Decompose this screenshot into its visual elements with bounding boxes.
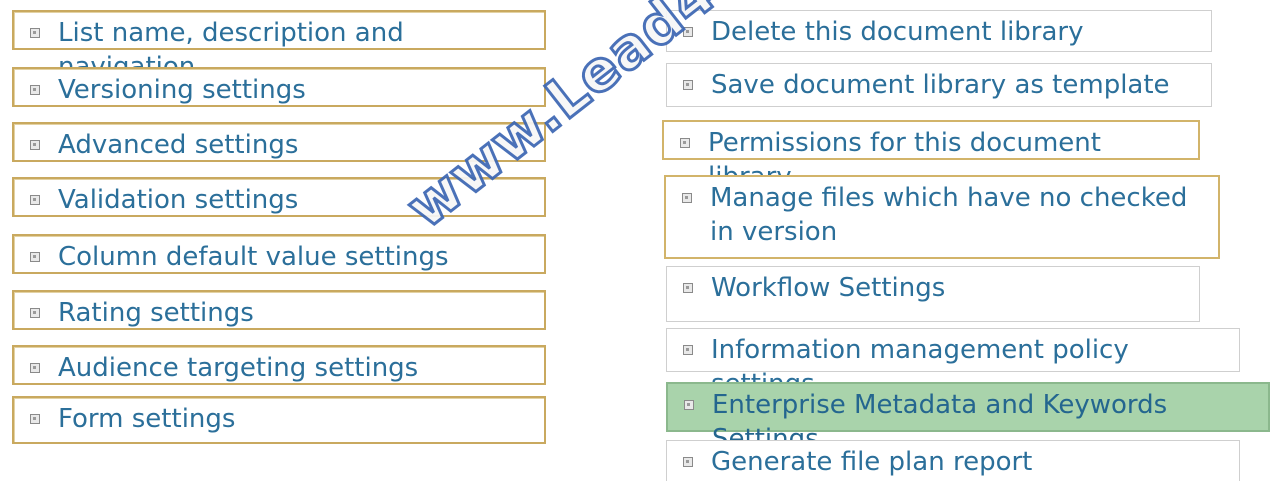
link-audience-targeting-settings[interactable]: Audience targeting settings (12, 345, 546, 385)
link-workflow-settings[interactable]: Workflow Settings (666, 266, 1200, 322)
link-rating-settings[interactable]: Rating settings (12, 290, 546, 330)
bullet-icon (683, 457, 693, 467)
link-label: Advanced settings (58, 130, 299, 160)
link-label: Save document library as template (711, 70, 1170, 100)
bullet-icon (30, 252, 40, 262)
bullet-icon (30, 363, 40, 373)
link-information-management-policy[interactable]: Information management policy settings (666, 328, 1240, 399)
bullet-icon (683, 80, 693, 90)
link-column-default-value-settings[interactable]: Column default value settings (12, 234, 546, 274)
link-save-as-template[interactable]: Save document library as template (666, 63, 1212, 107)
link-label: Versioning settings (58, 75, 306, 105)
link-advanced-settings[interactable]: Advanced settings (12, 122, 546, 162)
bullet-icon (682, 193, 692, 203)
bullet-icon (30, 195, 40, 205)
bullet-icon (30, 85, 40, 95)
link-permissions[interactable]: Permissions for this document library (662, 120, 1200, 192)
link-form-settings[interactable]: Form settings (12, 396, 546, 444)
link-label: Workflow Settings (711, 273, 946, 303)
link-generate-file-plan-report[interactable]: Generate file plan report (666, 440, 1240, 481)
link-delete-document-library[interactable]: Delete this document library (666, 10, 1212, 52)
link-list-name-description-navigation[interactable]: List name, description and navigation (12, 10, 546, 82)
link-label: Validation settings (58, 185, 299, 215)
link-label: Delete this document library (711, 17, 1084, 47)
bullet-icon (30, 28, 40, 38)
bullet-icon (30, 308, 40, 318)
link-label: Column default value settings (58, 242, 449, 272)
link-label: Form settings (58, 404, 236, 434)
link-label: Manage files which have no checked in ve… (710, 183, 1188, 247)
bullet-icon (683, 345, 693, 355)
link-label: Rating settings (58, 298, 254, 328)
bullet-icon (680, 138, 690, 148)
link-versioning-settings[interactable]: Versioning settings (12, 67, 546, 107)
link-label: Generate file plan report (711, 447, 1033, 477)
link-validation-settings[interactable]: Validation settings (12, 177, 546, 217)
link-enterprise-metadata-keywords[interactable]: Enterprise Metadata and Keywords Setting… (666, 382, 1270, 454)
link-manage-unchecked-files[interactable]: Manage files which have no checked in ve… (664, 175, 1220, 259)
bullet-icon (683, 27, 693, 37)
bullet-icon (684, 400, 694, 410)
bullet-icon (30, 140, 40, 150)
link-label: Audience targeting settings (58, 353, 419, 383)
bullet-icon (30, 414, 40, 424)
bullet-icon (683, 283, 693, 293)
